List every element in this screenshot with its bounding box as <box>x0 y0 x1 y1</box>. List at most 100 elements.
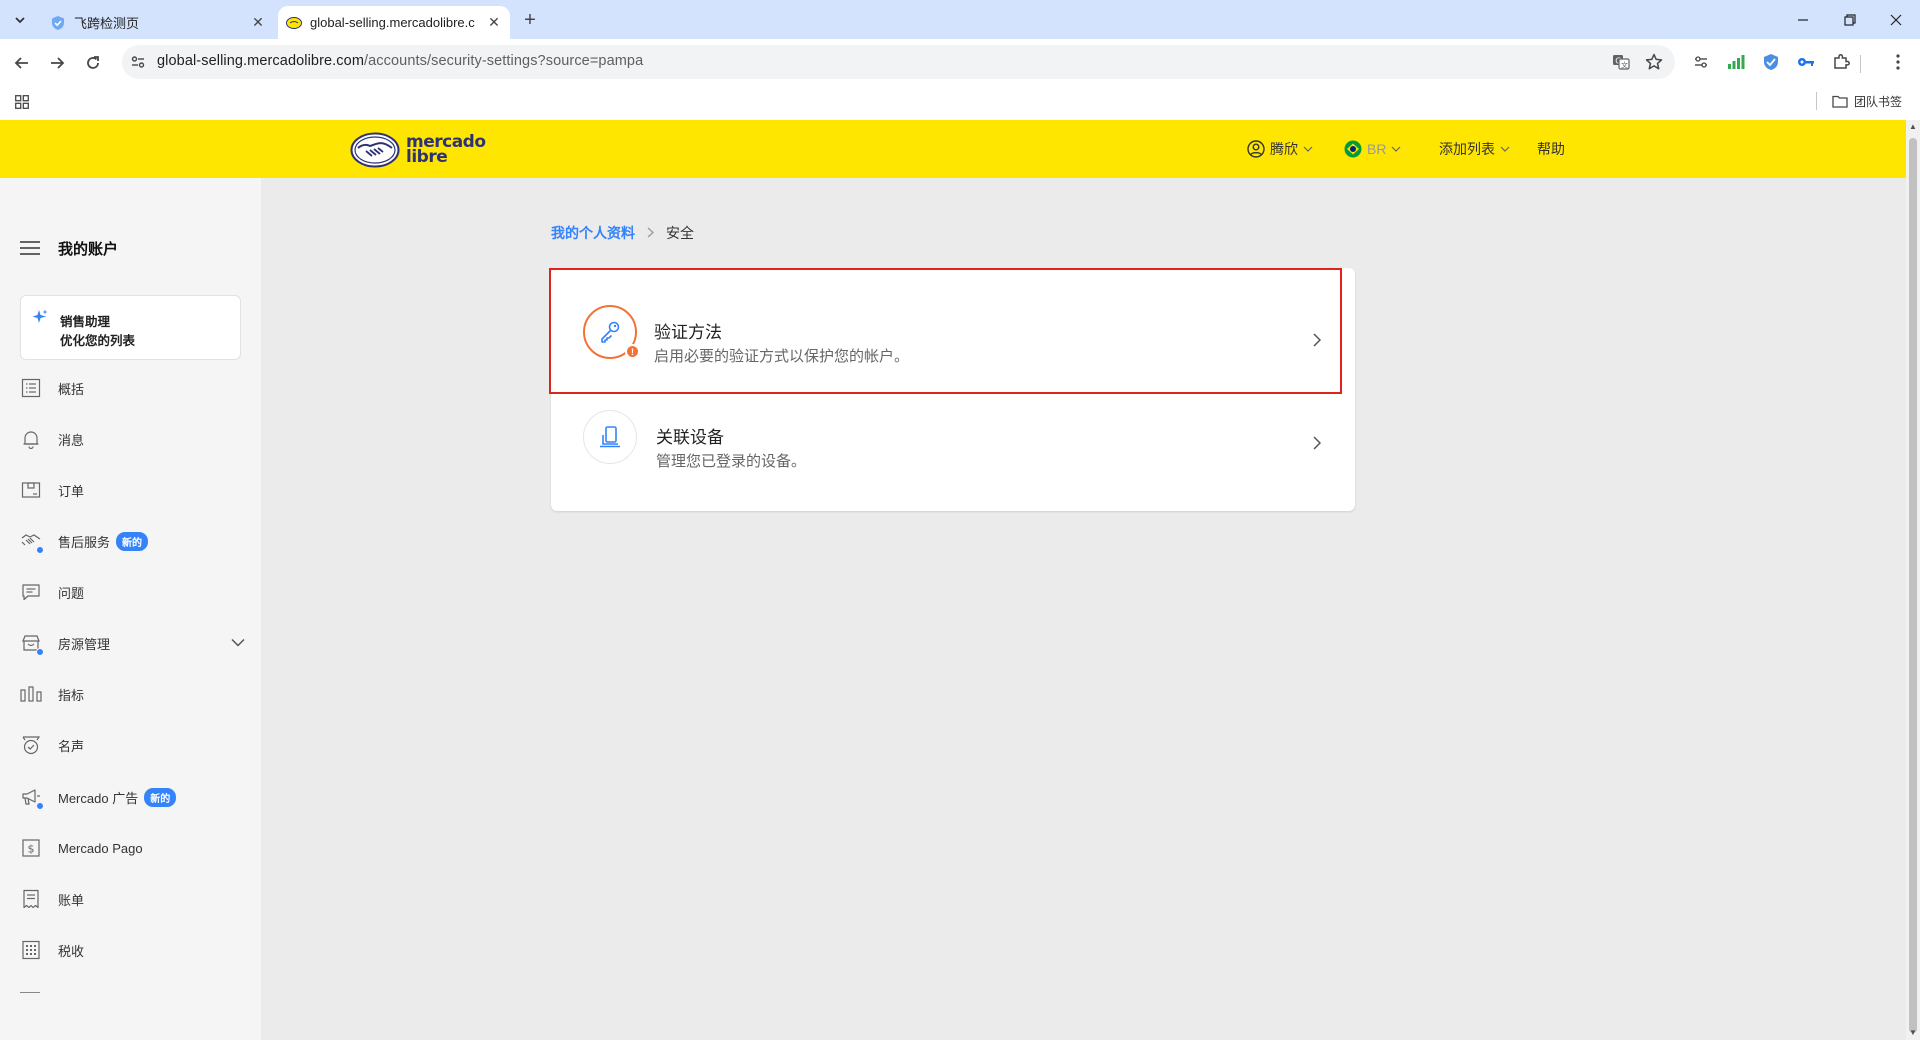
site-info-icon[interactable] <box>128 52 148 72</box>
box-icon <box>20 479 42 501</box>
add-listing-label: 添加列表 <box>1439 141 1495 157</box>
scroll-up-arrow-icon[interactable]: ▲ <box>1909 122 1917 131</box>
sidebar-item-reputation[interactable]: 名声 <box>20 732 245 758</box>
close-window-button[interactable] <box>1873 0 1919 39</box>
new-tab-button[interactable]: + <box>520 8 540 32</box>
scroll-down-arrow-icon[interactable]: ▼ <box>1909 1028 1917 1037</box>
sidebar-item-partial <box>20 992 40 995</box>
forward-button[interactable] <box>44 50 70 76</box>
linked-devices-row[interactable]: 关联设备 管理您已登录的设备。 <box>551 380 1355 490</box>
new-badge: 新的 <box>144 787 177 807</box>
chevron-down-icon <box>1392 146 1401 152</box>
page-scrollbar[interactable]: ▲ ▼ <box>1906 120 1920 1040</box>
sidebar-item-mercado-pago[interactable]: $ Mercado Pago <box>20 835 245 861</box>
svg-text:文: 文 <box>1621 61 1628 70</box>
translate-icon[interactable]: G文 <box>1611 52 1631 72</box>
mercadolibre-favicon-icon <box>286 15 302 31</box>
breadcrumb-link-profile[interactable]: 我的个人资料 <box>551 223 635 243</box>
minimize-button[interactable] <box>1780 0 1826 39</box>
sidebar-item-label: 订单 <box>58 483 85 499</box>
site-header <box>0 120 1906 178</box>
bookmark-folder[interactable]: 团队书签 <box>1832 91 1902 111</box>
extensions-puzzle-icon[interactable] <box>1830 51 1852 73</box>
sales-assistant-subtitle: 优化您的列表 <box>60 334 136 348</box>
shield-extension-icon[interactable] <box>1760 51 1782 73</box>
sparkle-icon <box>32 309 48 330</box>
sidebar-item-label: 名声 <box>58 738 85 754</box>
browser-tab-1[interactable]: 飞跨检测页 ✕ <box>42 6 274 39</box>
dollar-icon: $ <box>20 837 42 859</box>
mercadolibre-logo[interactable]: mercado libre <box>350 130 490 170</box>
account-menu-header[interactable]: 我的账户 <box>20 237 118 259</box>
add-listing-menu[interactable]: 添加列表 <box>1439 139 1510 159</box>
apps-grid-icon[interactable] <box>12 92 32 112</box>
sidebar-item-listings[interactable]: 房源管理 <box>20 630 245 656</box>
sidebar-item-billing[interactable]: 账单 <box>20 886 245 912</box>
sidebar-item-label: Mercado 广告 <box>58 790 139 806</box>
sidebar-item-ads[interactable]: Mercado 广告 新的 <box>20 784 245 810</box>
sidebar-item-label: 消息 <box>58 432 85 448</box>
sales-assistant-title: 销售助理 <box>60 315 111 329</box>
key-extension-icon[interactable] <box>1795 51 1817 73</box>
folder-icon <box>1832 95 1848 108</box>
site-selector[interactable]: BR <box>1344 139 1401 159</box>
notification-dot <box>36 648 44 656</box>
help-label: 帮助 <box>1537 141 1565 157</box>
bookmarks-divider <box>1816 92 1817 110</box>
user-circle-icon <box>1247 140 1265 158</box>
sidebar-item-orders[interactable]: 订单 <box>20 477 245 503</box>
row-description: 管理您已登录的设备。 <box>656 453 807 470</box>
tab-groups-icon[interactable] <box>1690 51 1712 73</box>
scrollbar-thumb[interactable] <box>1909 138 1917 1033</box>
close-icon <box>1890 14 1902 25</box>
sidebar-item-label: 问题 <box>58 585 85 601</box>
sidebar-item-summary[interactable]: 概括 <box>20 375 245 401</box>
sales-assistant-card[interactable]: 销售助理 优化您的列表 <box>20 295 241 360</box>
row-title: 关联设备 <box>656 428 724 447</box>
svg-text:$: $ <box>28 843 35 856</box>
restore-icon <box>1844 13 1856 26</box>
tab-search-button[interactable] <box>9 9 31 31</box>
chevron-right-icon <box>1309 435 1325 451</box>
restore-button[interactable] <box>1827 0 1873 39</box>
sidebar-item-label: 售后服务 <box>58 534 111 550</box>
tab-title: global-selling.mercadolibre.c <box>310 15 475 30</box>
url-text[interactable]: global-selling.mercadolibre.com/accounts… <box>157 53 643 69</box>
chat-icon <box>20 581 42 603</box>
new-badge: 新的 <box>116 531 149 551</box>
user-menu[interactable]: 腾欣 <box>1247 139 1313 159</box>
sidebar-item-questions[interactable]: 问题 <box>20 579 245 605</box>
help-link[interactable]: 帮助 <box>1537 139 1565 159</box>
sidebar-item-label: 房源管理 <box>58 636 111 652</box>
hamburger-menu-icon[interactable] <box>20 241 40 255</box>
bookmark-star-icon[interactable] <box>1644 52 1664 72</box>
sidebar-item-after-sales[interactable]: 售后服务 新的 <box>20 528 245 554</box>
sidebar-item-messages[interactable]: 消息 <box>20 426 245 452</box>
calculator-icon <box>20 939 42 961</box>
chevron-down-icon <box>1500 146 1510 152</box>
chevron-down-icon[interactable] <box>231 634 245 652</box>
handshake-icon <box>20 530 44 554</box>
sidebar-item-label: 概括 <box>58 381 85 397</box>
signal-bars-extension-icon[interactable] <box>1725 51 1747 73</box>
sidebar-item-label: 账单 <box>58 892 85 908</box>
brazil-flag-icon <box>1344 140 1362 158</box>
handshake-logo-icon <box>350 132 400 168</box>
browser-tab-2[interactable]: global-selling.mercadolibre.c ✕ <box>278 6 510 39</box>
breadcrumb-current: 安全 <box>666 225 694 241</box>
sidebar-item-taxes[interactable]: 税收 <box>20 937 245 963</box>
close-icon[interactable]: ✕ <box>248 13 268 33</box>
medal-icon <box>20 734 42 756</box>
sidebar-item-metrics[interactable]: 指标 <box>20 681 245 707</box>
url-host: global-selling.mercadolibre.com <box>157 53 364 69</box>
back-button[interactable] <box>9 50 35 76</box>
arrow-left-icon <box>14 57 28 69</box>
megaphone-icon <box>20 786 44 810</box>
more-menu-icon[interactable] <box>1887 51 1909 73</box>
chevron-down-icon <box>15 17 25 24</box>
bar-chart-icon <box>20 683 42 705</box>
reload-button[interactable] <box>80 50 106 76</box>
close-icon[interactable]: ✕ <box>484 13 504 33</box>
reload-icon <box>87 56 99 69</box>
bookmark-folder-label: 团队书签 <box>1854 94 1903 109</box>
